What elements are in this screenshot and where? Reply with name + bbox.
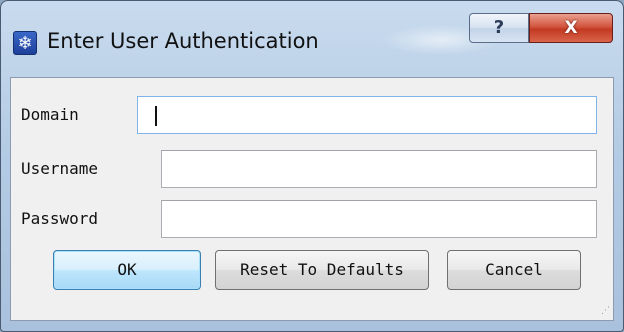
dialog-body: Domain Username Password OK Reset To Def… bbox=[10, 77, 614, 321]
reset-to-defaults-button[interactable]: Reset To Defaults bbox=[215, 250, 429, 290]
snowflake-icon: ❄ bbox=[13, 31, 37, 55]
password-label: Password bbox=[21, 209, 99, 228]
username-label: Username bbox=[21, 159, 99, 178]
domain-label: Domain bbox=[21, 105, 79, 124]
title-bar[interactable]: ❄ Enter User Authentication ? X bbox=[1, 1, 623, 77]
ok-button[interactable]: OK bbox=[53, 250, 201, 290]
close-button[interactable]: X bbox=[529, 13, 613, 43]
dialog-title: Enter User Authentication bbox=[47, 29, 319, 53]
text-caret bbox=[155, 106, 157, 126]
password-input[interactable] bbox=[161, 200, 597, 238]
help-button[interactable]: ? bbox=[469, 13, 529, 43]
resize-grip-icon[interactable]: ⋰ bbox=[598, 305, 610, 317]
auth-dialog: ❄ Enter User Authentication ? X Domain U… bbox=[0, 0, 624, 332]
domain-input[interactable] bbox=[137, 96, 597, 134]
cancel-button[interactable]: Cancel bbox=[447, 250, 581, 290]
username-input[interactable] bbox=[161, 150, 597, 188]
